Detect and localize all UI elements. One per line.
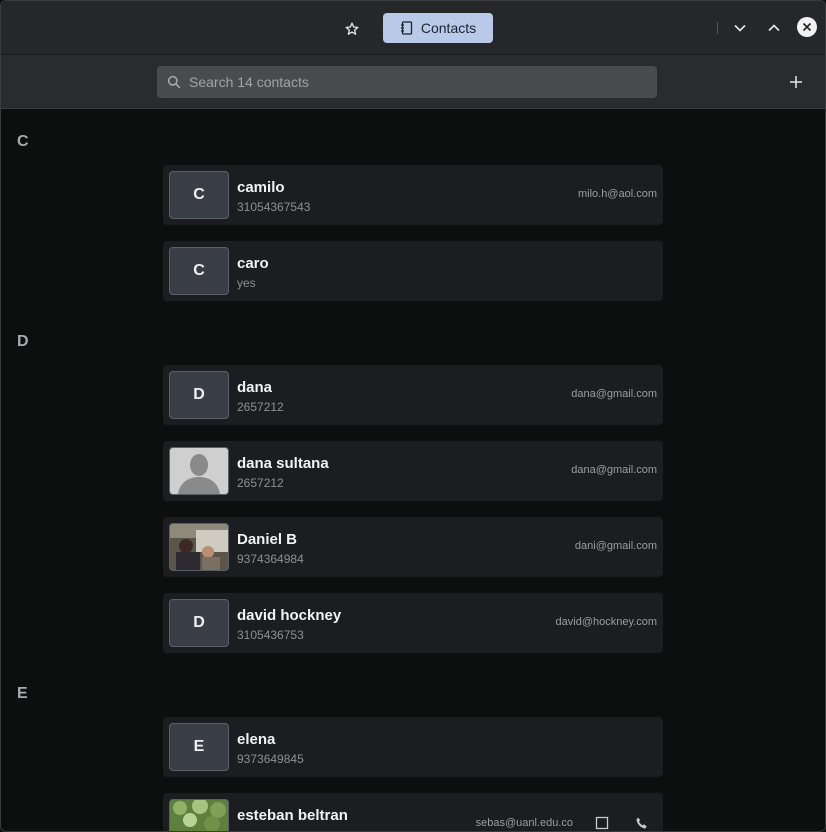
avatar-photo — [169, 523, 229, 571]
photo-image — [170, 524, 228, 570]
next-button[interactable] — [729, 17, 751, 39]
contact-name: esteban beltran — [237, 807, 348, 824]
titlebar: Contacts — [1, 1, 825, 55]
tab-contacts[interactable]: Contacts — [383, 13, 493, 43]
contact-email: david@hockney.com — [555, 616, 657, 628]
contact-email: dana@gmail.com — [571, 464, 657, 476]
contact-phone: 2657212 — [237, 400, 284, 414]
contact-row[interactable]: esteban beltran sebas@uanl.edu.co — [163, 793, 663, 831]
section-header-d: D — [17, 333, 29, 350]
contact-row[interactable]: C caro yes — [163, 241, 663, 301]
contact-name: camilo — [237, 179, 285, 196]
contact-phone: 9373649845 — [237, 752, 304, 766]
contact-email: dani@gmail.com — [574, 540, 657, 552]
favorites-button[interactable] — [341, 18, 363, 40]
avatar: E — [169, 723, 229, 771]
row-actions — [595, 816, 649, 830]
contacts-window: Contacts C C camilo 31054367543 — [0, 0, 826, 832]
tab-contacts-label: Contacts — [420, 20, 477, 36]
contact-phone: 31054367543 — [237, 200, 311, 214]
contact-name: elena — [237, 731, 276, 748]
contact-name: Daniel B — [237, 531, 298, 548]
contact-phone: 3105436753 — [237, 628, 304, 642]
chevron-down-icon — [734, 24, 746, 32]
avatar: C — [169, 247, 229, 295]
contact-row[interactable]: dana sultana 2657212 dana@gmail.com — [163, 441, 663, 501]
close-button[interactable] — [797, 17, 817, 37]
contacts-list: C C camilo 31054367543 milo.h@aol.com C … — [1, 109, 825, 831]
contact-row[interactable]: E elena 9373649845 — [163, 717, 663, 777]
avatar-photo — [169, 447, 229, 495]
contact-note: yes — [237, 276, 256, 290]
search-icon — [167, 75, 181, 89]
chevron-up-icon — [768, 24, 780, 32]
previous-button[interactable] — [763, 17, 785, 39]
section-header-c: C — [17, 133, 29, 150]
photo-image — [170, 800, 228, 831]
contact-name: dana — [237, 379, 273, 396]
plus-icon — [790, 76, 802, 88]
message-icon[interactable] — [595, 816, 609, 830]
section-header-e: E — [17, 685, 28, 702]
phone-icon[interactable] — [635, 816, 649, 830]
contact-name: david hockney — [237, 607, 342, 624]
contact-row[interactable]: Daniel B 9374364984 dani@gmail.com — [163, 517, 663, 577]
search-input[interactable] — [187, 73, 651, 91]
close-icon — [802, 22, 812, 32]
contact-row[interactable]: D dana 2657212 dana@gmail.com — [163, 365, 663, 425]
contact-email: milo.h@aol.com — [577, 188, 657, 200]
person-silhouette-image — [170, 448, 228, 494]
contact-phone: 9374364984 — [237, 552, 304, 566]
contact-name: dana sultana — [237, 455, 329, 472]
avatar-photo — [169, 799, 229, 831]
add-contact-button[interactable] — [787, 73, 805, 91]
star-icon — [345, 22, 359, 35]
contact-name: caro — [237, 255, 269, 272]
titlebar-separator — [717, 22, 718, 34]
toolbar — [1, 55, 825, 109]
contact-email: sebas@uanl.edu.co — [475, 817, 573, 829]
contact-email: dana@gmail.com — [571, 388, 657, 400]
avatar: D — [169, 599, 229, 647]
search-bar — [157, 66, 657, 98]
contact-row[interactable]: C camilo 31054367543 milo.h@aol.com — [163, 165, 663, 225]
contacts-book-icon — [400, 21, 413, 35]
avatar: D — [169, 371, 229, 419]
avatar: C — [169, 171, 229, 219]
contact-phone: 2657212 — [237, 476, 284, 490]
contact-row[interactable]: D david hockney 3105436753 david@hockney… — [163, 593, 663, 653]
